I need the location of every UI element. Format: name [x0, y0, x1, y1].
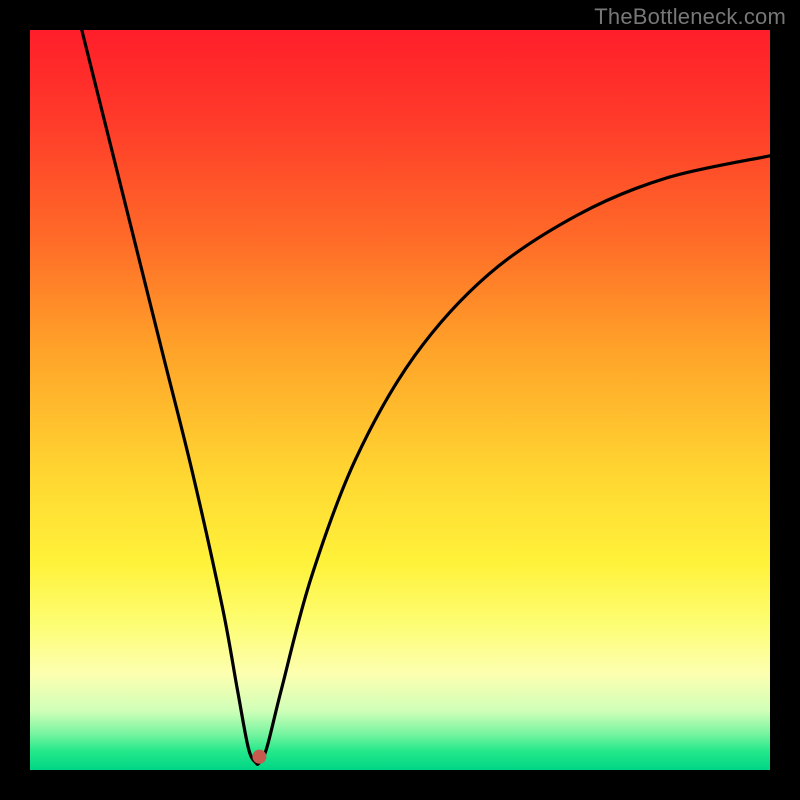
optimum-marker: [252, 750, 266, 764]
chart-frame: TheBottleneck.com: [0, 0, 800, 800]
plot-area: [30, 30, 770, 770]
curve-svg: [30, 30, 770, 770]
bottleneck-curve: [82, 30, 770, 764]
attribution-text: TheBottleneck.com: [594, 4, 786, 30]
